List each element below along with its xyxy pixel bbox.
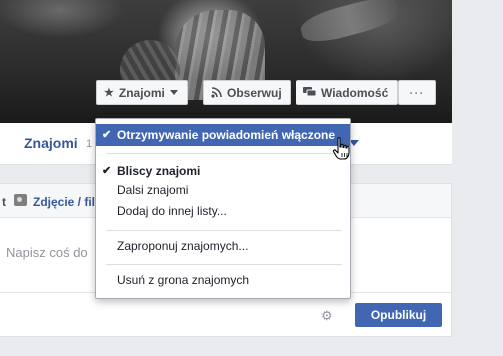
menu-item-label: Dalsi znajomi: [117, 183, 189, 197]
composer-input[interactable]: Napisz coś do: [6, 245, 88, 260]
menu-item-unfriend[interactable]: Usuń z grona znajomych: [96, 269, 350, 291]
check-icon: ✔: [102, 165, 112, 177]
page-background: [452, 0, 503, 123]
star-icon: ★: [104, 87, 114, 99]
menu-item-label: Dodaj do innej listy...: [117, 204, 227, 218]
friends-button[interactable]: ★ Znajomi: [96, 80, 188, 105]
friends-count: 1: [86, 138, 93, 150]
more-icon: ···: [409, 85, 425, 100]
composer-tab-status[interactable]: t: [2, 195, 6, 209]
menu-divider: [106, 230, 342, 231]
menu-item-add-to-list[interactable]: Dodaj do innej listy...: [96, 200, 350, 222]
menu-item-suggest-friends[interactable]: Zaproponuj znajomych...: [96, 235, 350, 257]
more-options-button[interactable]: ···: [398, 80, 436, 105]
gear-icon[interactable]: ⚙: [321, 308, 333, 324]
check-icon: ✔: [102, 129, 112, 141]
publish-button[interactable]: Opublikuj: [355, 303, 442, 327]
menu-divider: [106, 153, 342, 154]
menu-item-label: Otrzymywanie powiadomień włączone: [117, 128, 336, 142]
menu-item-label: Usuń z grona znajomych: [117, 273, 250, 287]
menu-item-acquaintances[interactable]: Dalsi znajomi: [96, 179, 350, 201]
friends-dropdown-menu: ✔ Otrzymywanie powiadomień włączone ✔ Bl…: [95, 118, 351, 299]
menu-divider: [106, 264, 342, 265]
hand-cursor-icon: [332, 137, 350, 160]
menu-item-label: Bliscy znajomi: [117, 164, 201, 178]
rss-icon: [211, 87, 222, 98]
publish-button-label: Opublikuj: [370, 308, 427, 322]
camera-icon: [14, 194, 27, 206]
follow-button[interactable]: Obserwuj: [203, 80, 291, 105]
friends-button-label: Znajomi: [118, 85, 165, 100]
menu-item-notifications[interactable]: ✔ Otrzymywanie powiadomień włączone: [96, 124, 350, 146]
tab-friends[interactable]: Znajomi: [24, 135, 78, 151]
chat-icon: [303, 87, 316, 97]
composer-tab-photo[interactable]: Zdjęcie / fil: [33, 195, 95, 209]
message-button[interactable]: Wiadomość: [296, 80, 398, 105]
follow-button-label: Obserwuj: [227, 85, 282, 100]
message-button-label: Wiadomość: [321, 85, 389, 100]
menu-item-label: Zaproponuj znajomych...: [117, 239, 249, 253]
chevron-down-icon: [169, 90, 178, 95]
